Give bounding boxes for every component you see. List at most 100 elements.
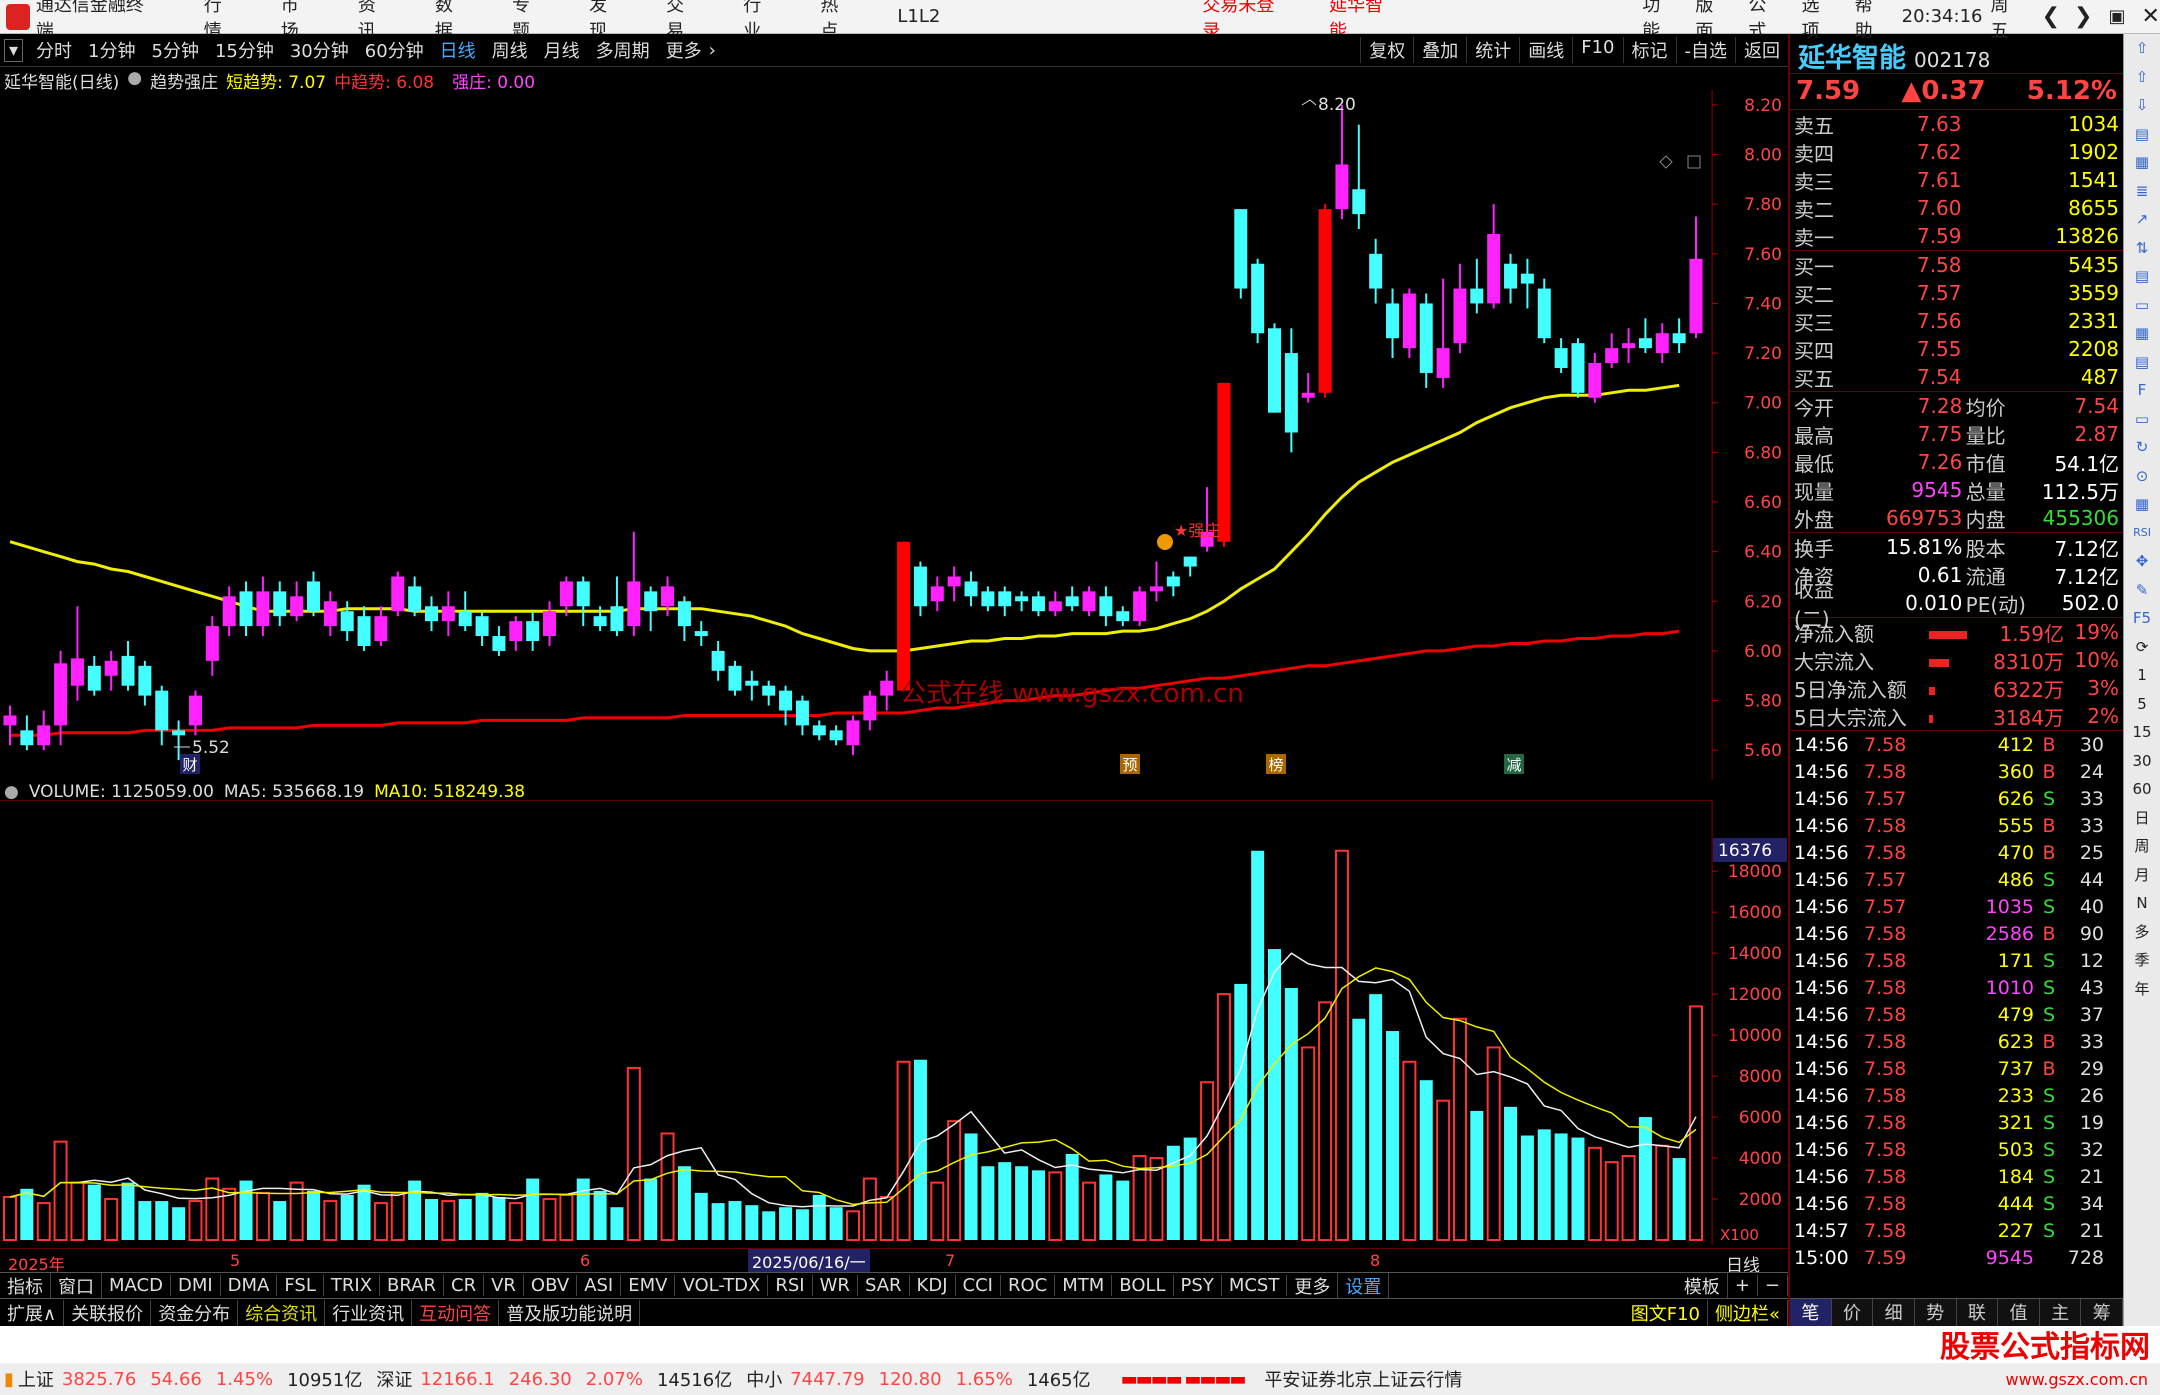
tab-expand[interactable]: 扩展∧ — [0, 1299, 65, 1326]
indicator-tab[interactable]: EMV — [621, 1275, 676, 1296]
indicator-tab[interactable]: 模板 — [1677, 1272, 1728, 1299]
diamond-icon[interactable] — [1659, 155, 1673, 169]
sidebar-icon[interactable]: 多 — [2124, 918, 2160, 947]
panel-tab[interactable]: 细 — [1873, 1299, 1915, 1326]
sidebar-icon[interactable]: F5 — [2124, 604, 2160, 633]
panel-tab[interactable]: 价 — [1832, 1299, 1874, 1326]
period-monthly[interactable]: 月线 — [541, 37, 583, 63]
tab-qa[interactable]: 互动问答 — [412, 1299, 500, 1326]
sidebar-icon[interactable]: 季 — [2124, 946, 2160, 975]
tool-huaxian[interactable]: 画线 — [1519, 37, 1572, 63]
tick-list[interactable]: 14:56 7.58 412 B 30 14:56 7.58 360 B 24 14:56 7.57 6… — [1790, 731, 2123, 1271]
restore-window-icon[interactable]: ▣ — [2108, 6, 2125, 27]
indicator-tab[interactable]: RSI — [768, 1275, 813, 1296]
period-fenshi[interactable]: 分时 — [33, 37, 75, 63]
sidebar-icon[interactable]: ⟳ — [2124, 633, 2160, 662]
indicator-tab[interactable]: MACD — [102, 1275, 171, 1296]
indicator-tab[interactable]: 指标 — [0, 1272, 51, 1299]
sidebar-icon[interactable]: ▤ — [2124, 120, 2160, 149]
indicator-tab[interactable]: VR — [484, 1275, 524, 1296]
indicator-tab[interactable]: MCST — [1222, 1275, 1288, 1296]
sidebar-icon[interactable]: ↻ — [2124, 433, 2160, 462]
sz-index-name[interactable]: 深证 — [376, 1366, 412, 1392]
tool-biaoji[interactable]: 标记 — [1622, 37, 1676, 63]
bid-row[interactable]: 买三 7.56 2331 — [1790, 307, 2123, 335]
indicator-tab[interactable]: SAR — [858, 1275, 910, 1296]
period-multi[interactable]: 多周期 — [593, 37, 653, 63]
sidebar-icon[interactable]: F — [2124, 376, 2160, 405]
sidebar-icon[interactable]: ▭ — [2124, 405, 2160, 434]
window-toggle-icon[interactable] — [1687, 155, 1701, 169]
ask-row[interactable]: 卖五 7.63 1034 — [1790, 110, 2123, 138]
sidebar-icon[interactable]: ▤ — [2124, 262, 2160, 291]
zx-index-name[interactable]: 中小 — [746, 1366, 782, 1392]
sidebar-icon[interactable]: RSI — [2124, 519, 2160, 548]
ask-row[interactable]: 卖四 7.62 1902 — [1790, 138, 2123, 166]
period-60min[interactable]: 60分钟 — [362, 37, 427, 63]
tool-diejia[interactable]: 叠加 — [1413, 37, 1466, 63]
sidebar-icon[interactable]: ⊙ — [2124, 462, 2160, 491]
period-5min[interactable]: 5分钟 — [149, 37, 202, 63]
tool-fuquan[interactable]: 复权 — [1360, 37, 1413, 63]
more-chevron-icon[interactable]: › — [706, 40, 719, 61]
tab-help[interactable]: 普及版功能说明 — [499, 1299, 641, 1326]
forecast-badge[interactable]: 预 — [1120, 754, 1140, 774]
sidebar-icon[interactable]: ✎ — [2124, 576, 2160, 605]
volume-settings-icon[interactable]: ● — [4, 782, 19, 802]
reduce-badge[interactable]: 减 — [1504, 754, 1524, 774]
indicator-tab[interactable]: ASI — [577, 1275, 622, 1296]
period-15min[interactable]: 15分钟 — [212, 37, 277, 63]
sidebar-icon[interactable]: 月 — [2124, 861, 2160, 890]
sidebar-icon[interactable]: ▤ — [2124, 348, 2160, 377]
indicator-tab[interactable]: TRIX — [324, 1275, 381, 1296]
bid-row[interactable]: 买四 7.55 2208 — [1790, 335, 2123, 363]
indicator-tab[interactable]: KDJ — [910, 1275, 956, 1296]
sidebar-icon[interactable]: 5 — [2124, 690, 2160, 719]
sidebar-icon[interactable]: 15 — [2124, 718, 2160, 747]
tab-sidebar[interactable]: 侧边栏« — [1708, 1299, 1788, 1326]
sidebar-icon[interactable]: 60 — [2124, 775, 2160, 804]
tab-news[interactable]: 综合资讯 — [238, 1299, 326, 1326]
period-more[interactable]: 更多 — [663, 37, 705, 63]
sidebar-icon[interactable]: ≣ — [2124, 177, 2160, 206]
sidebar-icon[interactable]: 日 — [2124, 804, 2160, 833]
close-window-icon[interactable]: ✕ — [2141, 4, 2159, 29]
indicator-tab[interactable]: VOL-TDX — [675, 1275, 769, 1296]
tab-f10-graphic[interactable]: 图文F10 — [1624, 1299, 1708, 1326]
sidebar-icon[interactable]: ✥ — [2124, 547, 2160, 576]
indicator-tab[interactable]: OBV — [524, 1275, 578, 1296]
sidebar-icon[interactable]: ▦ — [2124, 490, 2160, 519]
panel-tab[interactable]: 笔 — [1790, 1299, 1832, 1326]
indicator-tab[interactable]: DMA — [221, 1275, 278, 1296]
sidebar-icon[interactable]: ⇧ — [2124, 63, 2160, 92]
sidebar-icon[interactable]: ⇧ — [2124, 34, 2160, 63]
indicator-tab[interactable]: WR — [813, 1275, 858, 1296]
tab-fund-distribution[interactable]: 资金分布 — [151, 1299, 239, 1326]
rank-badge[interactable]: 榜 — [1266, 754, 1286, 774]
indicator-tab[interactable]: CR — [444, 1275, 485, 1296]
collapse-icon[interactable]: ▾ — [4, 38, 24, 62]
indicator-tab[interactable]: BRAR — [380, 1275, 444, 1296]
ask-row[interactable]: 卖二 7.60 8655 — [1790, 194, 2123, 222]
tool-zixuan[interactable]: -自选 — [1675, 37, 1736, 63]
sidebar-icon[interactable]: ▭ — [2124, 291, 2160, 320]
finance-badge[interactable]: 财 — [180, 754, 200, 774]
sidebar-icon[interactable]: 年 — [2124, 975, 2160, 1004]
menu-l1l2[interactable]: L1L2 — [897, 6, 940, 27]
indicator-tab[interactable]: 设置 — [1338, 1272, 1390, 1299]
indicator-tab[interactable]: DMI — [171, 1275, 221, 1296]
indicator-tab[interactable]: 窗口 — [51, 1272, 102, 1299]
indicator-tab[interactable]: BOLL — [1112, 1275, 1174, 1296]
candlestick-chart[interactable]: 8.205.52财预榜减★强庄公式在线 www.gszx.com.cn — [0, 90, 1718, 780]
tab-industry-news[interactable]: 行业资讯 — [325, 1299, 413, 1326]
indicator-tab[interactable]: PSY — [1174, 1275, 1222, 1296]
tool-tongji[interactable]: 统计 — [1466, 37, 1519, 63]
sidebar-icon[interactable]: N — [2124, 889, 2160, 918]
forward-icon[interactable]: ❯ — [2074, 4, 2092, 29]
remove-indicator-icon[interactable]: − — [1758, 1275, 1788, 1296]
period-weekly[interactable]: 周线 — [489, 37, 531, 63]
sidebar-icon[interactable]: ⇅ — [2124, 234, 2160, 263]
sh-index-icon[interactable]: ▮ — [4, 1369, 14, 1390]
indicator-settings-icon[interactable]: ● — [127, 68, 142, 92]
sidebar-icon[interactable]: ⇩ — [2124, 91, 2160, 120]
